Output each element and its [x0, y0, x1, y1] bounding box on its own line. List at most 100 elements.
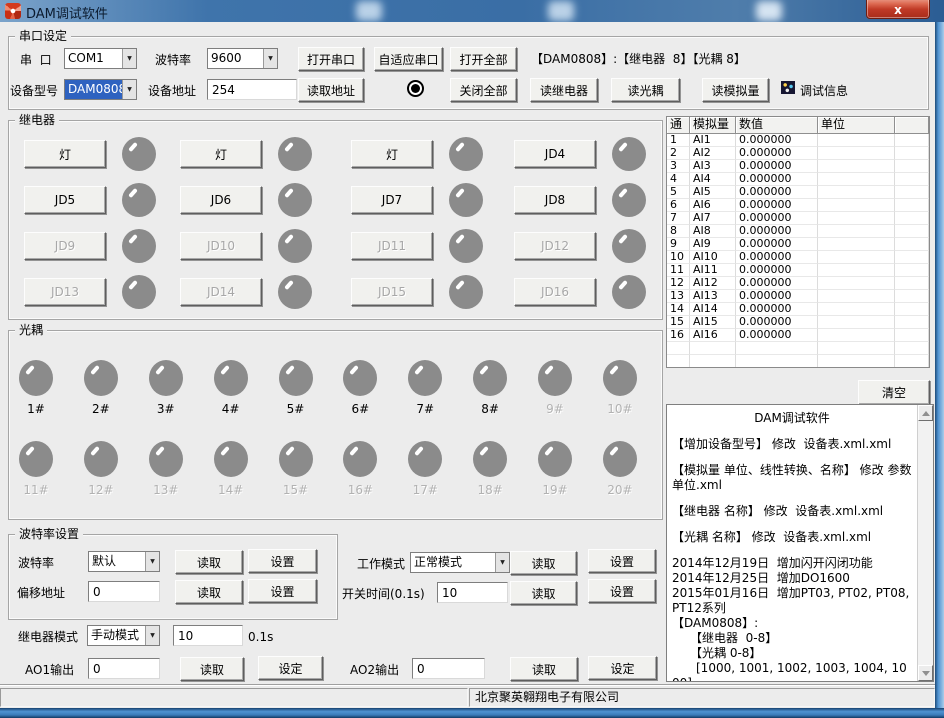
switch-time-set-button[interactable]: 设置 — [588, 579, 656, 603]
relay-button[interactable]: JD4 — [514, 140, 596, 168]
table-row[interactable]: 10 AI10 0.000000 — [667, 251, 929, 264]
baud-set-combo[interactable]: 默认 — [88, 551, 160, 572]
relay-button[interactable]: 灯 — [180, 140, 262, 168]
opto-cell: 18# — [468, 441, 512, 497]
adaptive-serial-button[interactable]: 自适应串口 — [374, 47, 443, 71]
relay-button[interactable]: JD5 — [24, 186, 106, 214]
baud-set-button[interactable]: 设置 — [248, 549, 317, 573]
relay-cell: JD11 — [351, 228, 501, 264]
serial-port-combo[interactable]: COM1 — [64, 48, 137, 69]
read-analog-button[interactable]: 读模拟量 — [702, 78, 769, 102]
scrollbar[interactable] — [917, 405, 933, 681]
baud-read-button[interactable]: 读取 — [175, 550, 243, 574]
read-relay-button[interactable]: 读继电器 — [530, 78, 598, 102]
table-row[interactable]: 3 AI3 0.000000 — [667, 160, 929, 173]
ao2-input[interactable] — [412, 658, 485, 679]
scrollbar-down-icon[interactable] — [918, 665, 933, 681]
app-icon[interactable] — [5, 3, 21, 19]
device-model-combo[interactable]: DAM0808 — [64, 79, 137, 100]
switch-time-read-button[interactable]: 读取 — [510, 581, 577, 605]
cell-unit — [818, 264, 895, 277]
switch-time-input[interactable] — [437, 582, 508, 603]
open-serial-button[interactable]: 打开串口 — [298, 47, 364, 71]
cell-value: 0.000000 — [736, 212, 818, 225]
scrollbar-up-icon[interactable] — [918, 405, 933, 421]
ao1-read-button[interactable]: 读取 — [180, 657, 244, 681]
relay-button[interactable]: JD12 — [514, 232, 596, 260]
baud-rate-combo[interactable]: 9600 — [207, 48, 278, 69]
dropdown-arrow-icon[interactable] — [145, 626, 159, 645]
ao1-input[interactable] — [88, 658, 160, 679]
table-row[interactable]: 2 AI2 0.000000 — [667, 147, 929, 160]
relay-button[interactable]: JD16 — [514, 278, 596, 306]
table-header-cell[interactable]: 通 — [667, 117, 690, 134]
table-row[interactable]: 9 AI9 0.000000 — [667, 238, 929, 251]
offset-read-button[interactable]: 读取 — [175, 580, 243, 604]
relay-button[interactable]: JD10 — [180, 232, 262, 260]
table-row[interactable]: 8 AI8 0.000000 — [667, 225, 929, 238]
close-button[interactable]: x — [866, 0, 930, 19]
statusbar-panel-left — [0, 688, 468, 707]
relay-button[interactable]: JD11 — [351, 232, 433, 260]
relay-button[interactable]: JD7 — [351, 186, 433, 214]
relay-button[interactable]: JD13 — [24, 278, 106, 306]
work-mode-value: 正常模式 — [411, 553, 495, 572]
clear-button[interactable]: 清空 — [858, 380, 930, 405]
table-row[interactable]: 11 AI11 0.000000 — [667, 264, 929, 277]
dropdown-arrow-icon[interactable] — [122, 80, 136, 99]
dropdown-arrow-icon[interactable] — [145, 552, 159, 571]
relay-mode-combo[interactable]: 手动模式 — [87, 625, 160, 646]
table-row[interactable]: 16 AI16 0.000000 — [667, 329, 929, 342]
relay-button[interactable]: 灯 — [351, 140, 433, 168]
serial-port-value: COM1 — [65, 49, 122, 68]
ao2-read-button[interactable]: 读取 — [510, 657, 578, 681]
close-all-button[interactable]: 关闭全部 — [450, 78, 517, 102]
table-row[interactable]: 15 AI15 0.000000 — [667, 316, 929, 329]
relay-button[interactable]: JD6 — [180, 186, 262, 214]
table-row[interactable]: 14 AI14 0.000000 — [667, 303, 929, 316]
cell-value: 0.000000 — [736, 186, 818, 199]
relay-button[interactable]: JD8 — [514, 186, 596, 214]
relay-button[interactable]: JD9 — [24, 232, 106, 260]
read-address-button[interactable]: 读取地址 — [298, 78, 364, 102]
table-row[interactable]: 12 AI12 0.000000 — [667, 277, 929, 290]
offset-address-input[interactable] — [88, 581, 160, 602]
relay-mode-time-input[interactable] — [173, 625, 243, 646]
table-row[interactable]: 6 AI6 0.000000 — [667, 199, 929, 212]
table-header-cell[interactable]: 单位 — [818, 117, 895, 134]
relay-led-icon — [449, 183, 483, 217]
relay-button[interactable]: 灯 — [24, 140, 106, 168]
relay-button[interactable]: JD14 — [180, 278, 262, 306]
ao1-set-button[interactable]: 设定 — [258, 656, 323, 680]
work-mode-combo[interactable]: 正常模式 — [410, 552, 510, 573]
table-header-cell[interactable]: 模拟量 — [690, 117, 736, 134]
cell-channel: 13 — [667, 290, 690, 303]
device-model-value: DAM0808 — [65, 80, 122, 99]
work-mode-set-button[interactable]: 设置 — [588, 549, 656, 573]
cell-name: AI2 — [690, 147, 736, 160]
table-header-cell[interactable] — [895, 117, 929, 134]
table-row[interactable]: 7 AI7 0.000000 — [667, 212, 929, 225]
table-row[interactable]: 5 AI5 0.000000 — [667, 186, 929, 199]
relay-button[interactable]: JD15 — [351, 278, 433, 306]
read-opto-button[interactable]: 读光耦 — [611, 78, 680, 102]
table-header-cell[interactable]: 数值 — [736, 117, 818, 134]
ao2-set-button[interactable]: 设定 — [588, 656, 657, 680]
offset-set-button[interactable]: 设置 — [248, 579, 317, 603]
titlebar[interactable]: DAM调试软件 — [0, 0, 944, 22]
table-row[interactable]: 13 AI13 0.000000 — [667, 290, 929, 303]
opto-led-icon — [408, 441, 442, 477]
cell-name: AI8 — [690, 225, 736, 238]
table-row[interactable]: 1 AI1 0.000000 — [667, 134, 929, 147]
open-all-button[interactable]: 打开全部 — [450, 47, 517, 71]
dropdown-arrow-icon[interactable] — [263, 49, 277, 68]
cell-channel: 11 — [667, 264, 690, 277]
work-mode-read-button[interactable]: 读取 — [510, 551, 577, 575]
table-row[interactable]: 4 AI4 0.000000 — [667, 173, 929, 186]
device-address-input[interactable] — [207, 79, 297, 100]
dropdown-arrow-icon[interactable] — [122, 49, 136, 68]
app-window: DAM调试软件 x 串口设定 串 口 COM1 波特率 9600 打开串口 自适… — [0, 0, 944, 718]
dropdown-arrow-icon[interactable] — [495, 553, 509, 572]
cell-unit — [818, 290, 895, 303]
opto-label: 9# — [546, 403, 564, 416]
